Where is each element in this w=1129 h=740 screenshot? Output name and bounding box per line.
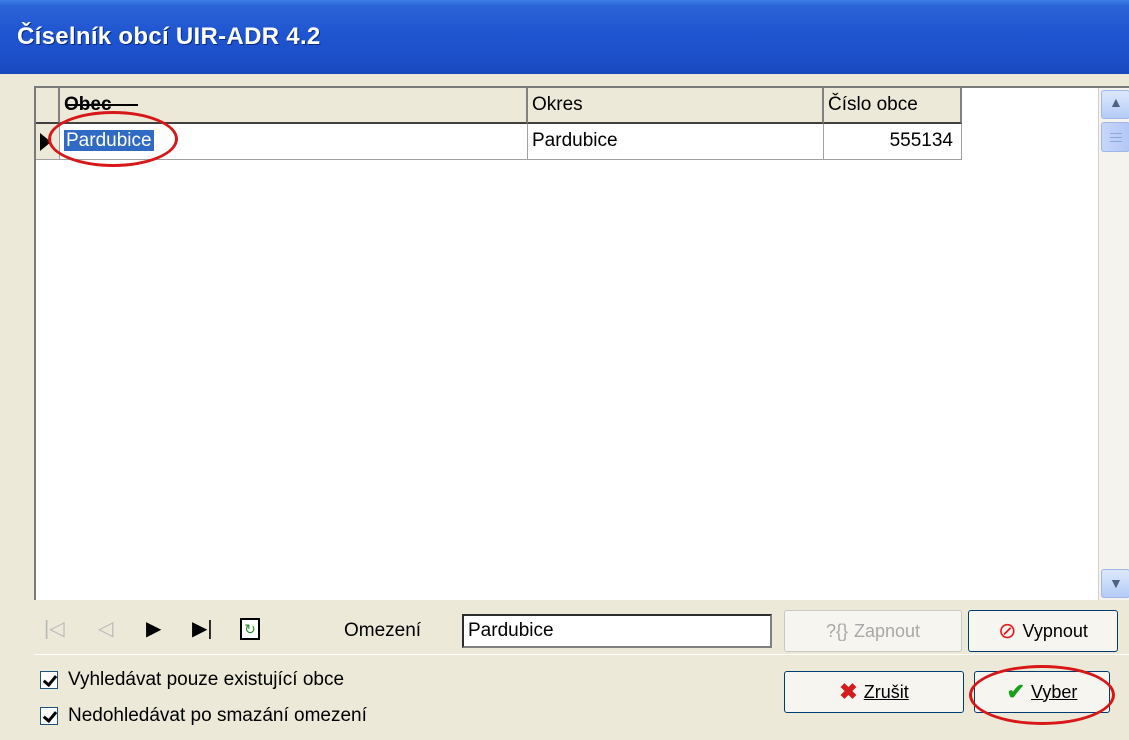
cell-okres-value: Pardubice	[532, 130, 618, 151]
scroll-thumb[interactable]	[1101, 122, 1129, 152]
vypnout-label: Vypnout	[1022, 620, 1088, 641]
column-header-cislo-label: Číslo obce	[828, 94, 918, 115]
vypnout-button[interactable]: ⊘ Vypnout	[968, 610, 1118, 652]
cell-okres[interactable]: Pardubice	[528, 124, 824, 160]
zapnout-button[interactable]: ?{} Zapnout	[784, 610, 962, 652]
check-no-search-after-clear[interactable]: Nedohledávat po smazání omezení	[40, 705, 367, 727]
annotation-ellipse-vyber	[969, 665, 1115, 725]
omezeni-input[interactable]: Pardubice	[462, 614, 772, 648]
zrusit-label: Zrušit	[863, 681, 909, 702]
column-header-okres[interactable]: Okres	[528, 88, 824, 124]
prior-record-icon[interactable]: ◁	[98, 616, 113, 641]
column-header-cislo-obce[interactable]: Číslo obce	[824, 88, 962, 124]
zrusit-button[interactable]: ✖ Zrušit	[784, 671, 964, 713]
filter-braces-icon: ?{}	[825, 620, 848, 641]
window-title: Číselník obcí UIR-ADR 4.2	[17, 23, 321, 50]
bottom-panel: Vyhledávat pouze existující obce Nedohle…	[34, 654, 1129, 740]
chevron-up-icon: ▲	[1109, 94, 1123, 110]
refresh-icon[interactable]: ↻	[240, 618, 260, 640]
check-no-search-label: Nedohledávat po smazání omezení	[68, 705, 367, 726]
title-bar: Číselník obcí UIR-ADR 4.2	[0, 0, 1129, 74]
navigation-toolbar: |◁ ◁ ▶ ▶| ↻ Omezení Pardubice ?{} Zapnou…	[34, 604, 1129, 654]
chevron-down-icon: ▼	[1109, 575, 1123, 591]
scroll-up-button[interactable]: ▲	[1101, 90, 1129, 119]
grid-header: Obec Okres Číslo obce	[36, 88, 1098, 124]
header-strike-line	[66, 104, 138, 106]
municipality-grid[interactable]: Obec Okres Číslo obce Pardubice Pardubic…	[34, 86, 1129, 600]
cell-cislo-value: 555134	[889, 130, 953, 151]
scroll-down-button[interactable]: ▼	[1101, 569, 1129, 598]
check-existing-only[interactable]: Vyhledávat pouze existující obce	[40, 669, 344, 691]
checkbox-no-search-after-clear[interactable]	[40, 707, 58, 725]
cell-cislo-obce[interactable]: 555134	[824, 124, 962, 160]
annotation-ellipse-obec	[48, 111, 178, 167]
column-header-okres-label: Okres	[532, 94, 583, 115]
dialog-window: Číselník obcí UIR-ADR 4.2 Obec Okres Čís…	[0, 0, 1129, 740]
next-record-icon[interactable]: ▶	[146, 616, 161, 641]
zapnout-label: Zapnout	[853, 620, 921, 641]
header-indicator-cell	[36, 88, 60, 124]
check-existing-only-label: Vyhledávat pouze existující obce	[68, 669, 345, 690]
vertical-scrollbar[interactable]: ▲ ▼	[1098, 88, 1129, 600]
omezeni-label: Omezení	[344, 620, 422, 641]
red-no-icon: ⊘	[998, 618, 1017, 643]
first-record-icon[interactable]: |◁	[44, 616, 65, 641]
checkbox-existing-only[interactable]	[40, 671, 58, 689]
red-x-icon: ✖	[839, 679, 858, 704]
last-record-icon[interactable]: ▶|	[192, 616, 213, 641]
